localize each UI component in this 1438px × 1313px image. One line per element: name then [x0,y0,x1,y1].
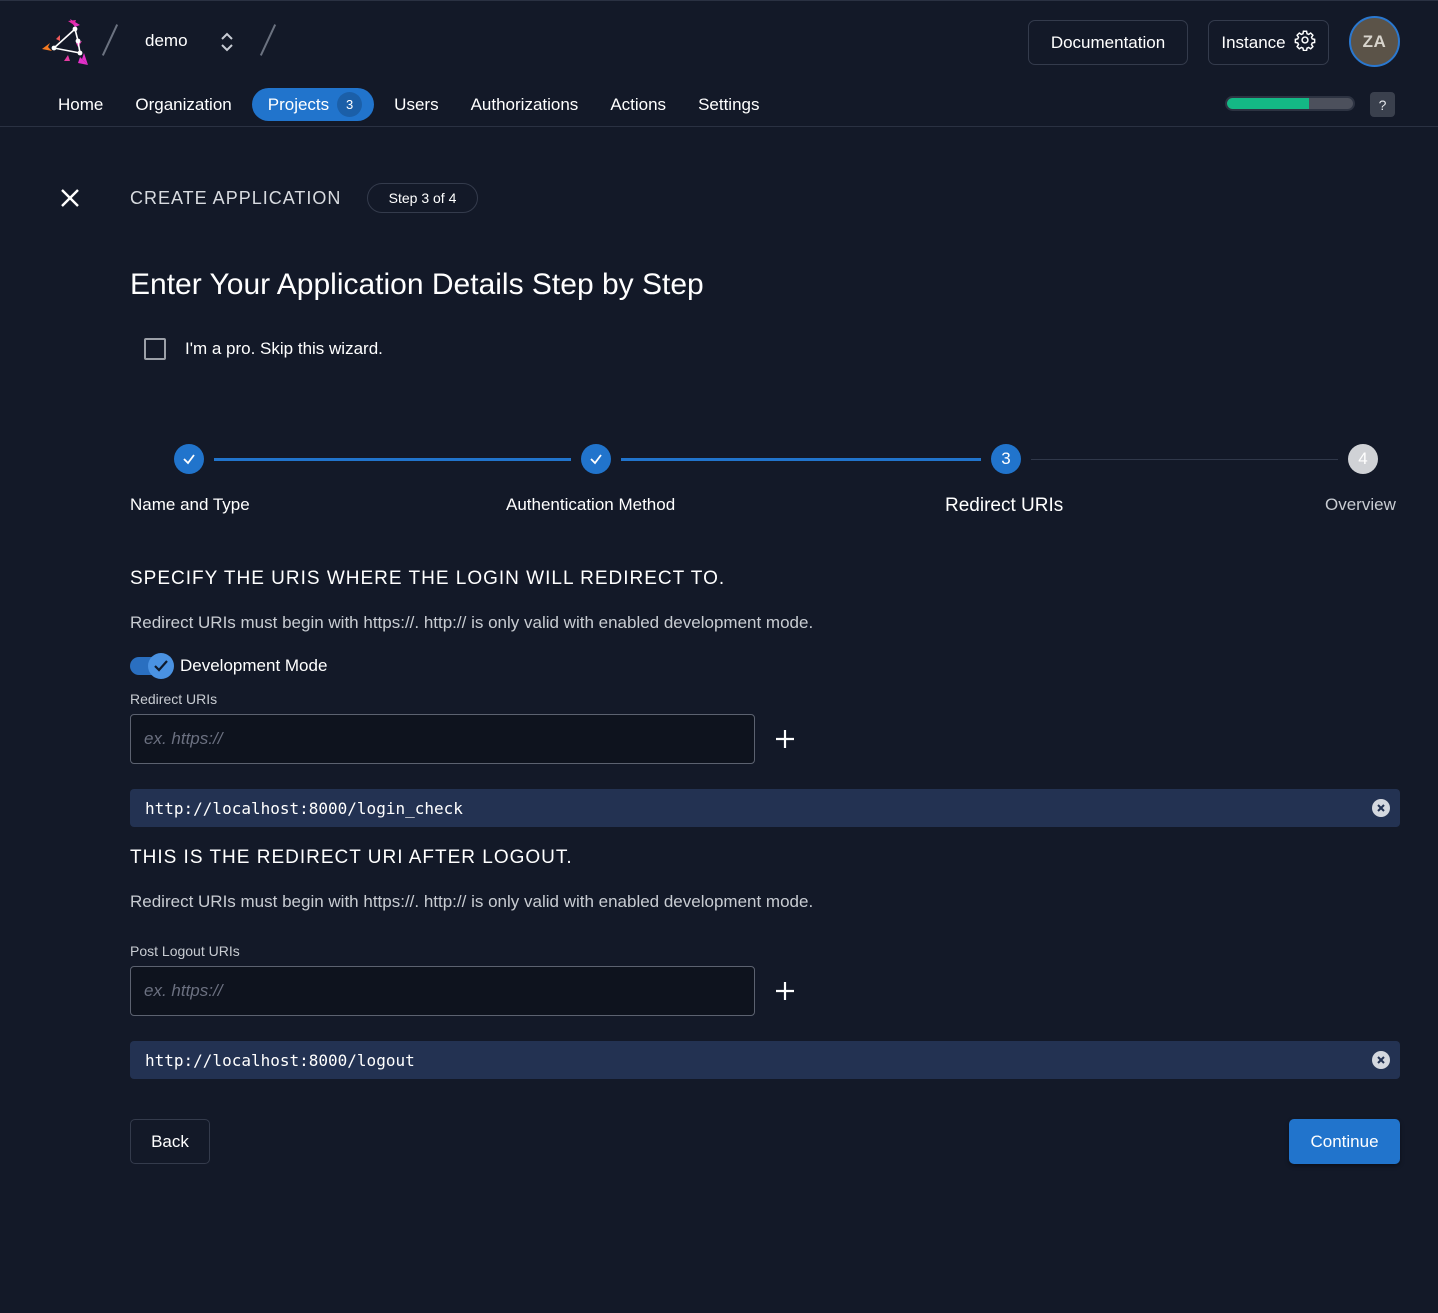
dev-mode-toggle[interactable] [130,653,176,679]
post-logout-uris-label: Post Logout URIs [130,943,240,959]
step-4-label: Overview [1325,495,1396,514]
skip-wizard-option[interactable]: I'm a pro. Skip this wizard. [144,338,383,360]
remove-uri-close-icon[interactable] [1372,799,1390,817]
dev-mode-label: Development Mode [180,656,328,675]
back-button[interactable]: Back [130,1119,210,1164]
org-name: demo [145,31,188,50]
nav-item-projects[interactable]: Projects 3 [251,88,375,121]
step-connector [214,458,571,461]
instance-button[interactable]: Instance [1208,20,1329,65]
nav-item-organization[interactable]: Organization [119,88,247,121]
app-logo-icon[interactable] [40,17,90,67]
nav-item-users[interactable]: Users [378,88,454,121]
step-1-label: Name and Type [130,495,250,514]
remove-uri-close-icon[interactable] [1372,1051,1390,1069]
skip-wizard-checkbox[interactable] [144,338,166,360]
logout-section-title: THIS IS THE REDIRECT URI AFTER LOGOUT. [130,847,573,868]
step-1-complete-check-icon [174,444,204,474]
breadcrumb-separator [100,23,120,59]
nav-item-authorizations[interactable]: Authorizations [455,88,595,121]
redirect-uri-value: http://localhost:8000/login_check [145,798,463,818]
documentation-button[interactable]: Documentation [1028,20,1188,65]
help-button[interactable]: ? [1370,92,1395,117]
add-redirect-uri-plus-icon[interactable] [770,724,800,754]
post-logout-uri-input[interactable] [130,966,755,1016]
nav-label: Projects [267,94,330,114]
breadcrumb-separator [258,23,278,59]
wizard-title: CREATE APPLICATION [130,188,342,208]
post-logout-uri-chip: http://localhost:8000/logout [130,1041,1400,1079]
dev-mode-toggle-row[interactable]: Development Mode [130,653,327,679]
wizard-stepper: 3 4 Name and Type Authentication Method … [0,441,1438,531]
step-2-complete-check-icon [581,444,611,474]
nav-label: Actions [610,94,667,114]
check-icon [148,653,174,679]
main-nav: Home Organization Projects 3 Users Author… [42,88,776,121]
redirect-uri-input[interactable] [130,714,755,764]
instance-label: Instance [1221,32,1286,52]
step-indicator-badge: Step 3 of 4 [367,183,478,213]
redirect-section-title: SPECIFY THE URIS WHERE THE LOGIN WILL RE… [130,568,726,589]
nav-label: Users [394,94,439,114]
redirect-uri-chip: http://localhost:8000/login_check [130,789,1400,827]
user-avatar[interactable]: ZA [1349,16,1400,67]
usage-progress-bar [1225,96,1355,111]
org-switcher-chevrons-icon[interactable] [218,29,236,55]
nav-label: Settings [698,94,760,114]
nav-label: Home [58,94,104,114]
documentation-label: Documentation [1050,32,1166,52]
step-2-label: Authentication Method [506,495,676,514]
step-connector [621,458,981,461]
continue-button[interactable]: Continue [1289,1119,1400,1164]
nav-label: Organization [135,94,232,114]
step-connector [1031,459,1338,460]
nav-label: Authorizations [470,94,579,114]
add-post-logout-uri-plus-icon[interactable] [770,976,800,1006]
step-4-circle: 4 [1348,444,1378,474]
step-3-circle: 3 [991,444,1021,474]
skip-wizard-label: I'm a pro. Skip this wizard. [185,339,383,358]
close-icon[interactable] [58,186,82,210]
gear-icon [1294,29,1316,56]
logout-section-description: Redirect URIs must begin with https://. … [130,892,814,911]
redirect-section-description: Redirect URIs must begin with https://. … [130,613,814,632]
projects-count-badge: 3 [337,92,363,117]
usage-progress-fill [1227,98,1309,109]
nav-item-home[interactable]: Home [42,88,119,121]
redirect-uris-label: Redirect URIs [130,691,218,707]
nav-item-settings[interactable]: Settings [682,88,775,121]
step-3-label: Redirect URIs [945,495,1064,516]
post-logout-uri-value: http://localhost:8000/logout [145,1050,415,1070]
page-title: Enter Your Application Details Step by S… [130,268,704,301]
nav-item-actions[interactable]: Actions [594,88,682,121]
top-bar: demo Documentation Instance ZA Home Orga… [0,1,1438,127]
